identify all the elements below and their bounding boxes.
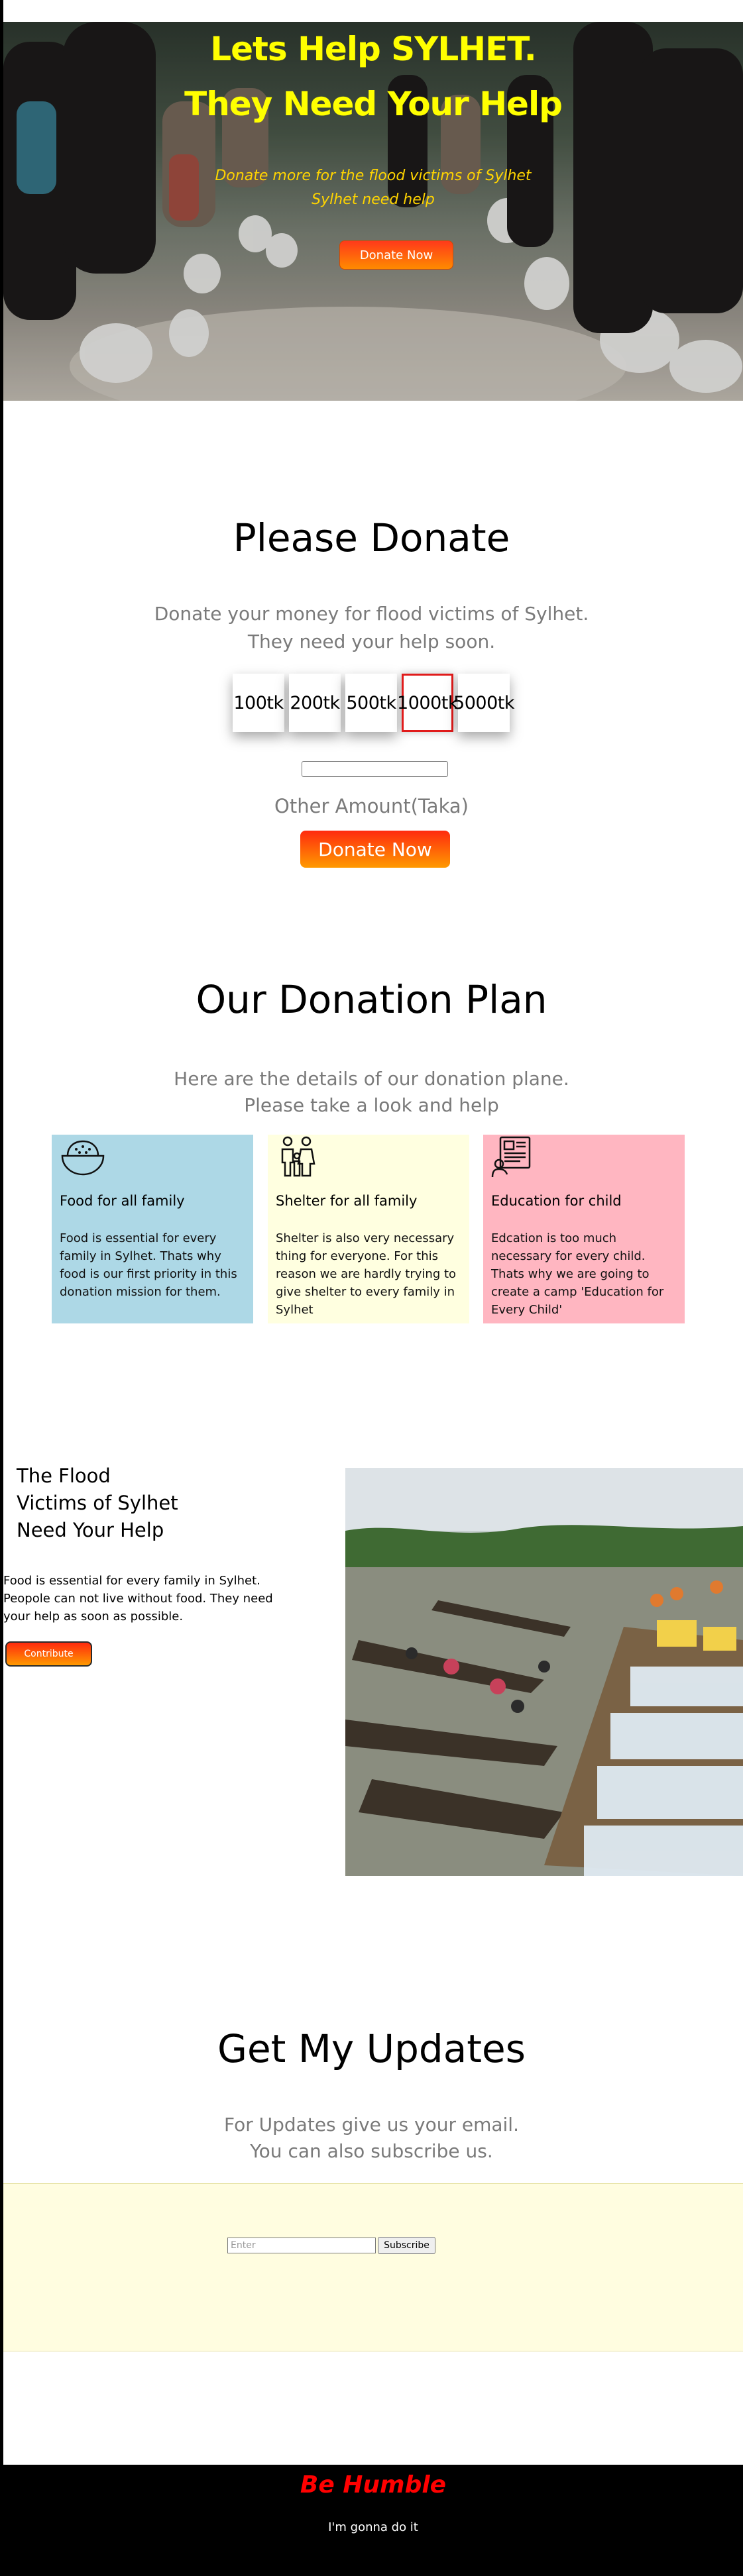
plan-card-text: Edcation is too much necessary for every… (491, 1231, 664, 1317)
hero-banner: Lets Help SYLHET. They Need Your Help Do… (3, 22, 743, 401)
family-icon (281, 1136, 315, 1177)
footer-title: Be Humble (300, 2471, 447, 2499)
donate-subtitle-line2: They need your help soon. (247, 631, 496, 652)
flood-description: Food is essential for every family in Sy… (3, 1574, 273, 1623)
amount-option-200[interactable]: 200tk (289, 674, 341, 732)
plan-card-title: Education for child (491, 1193, 622, 1209)
hero-title-line2: They Need Your Help (184, 85, 563, 123)
news-icon (491, 1136, 531, 1177)
amount-option-100[interactable]: 100tk (233, 674, 284, 732)
hero-donate-button[interactable]: Donate Now (339, 240, 453, 270)
updates-subtitle-line1: For Updates give us your email. (223, 2114, 519, 2136)
plan-subtitle-line2: Please take a look and help (244, 1094, 499, 1116)
updates-title: Get My Updates (217, 2026, 526, 2071)
hero-subtitle-line2: Sylhet need help (312, 191, 435, 208)
flood-title-line2: Victims of Sylhet (17, 1492, 178, 1514)
plan-subtitle-line1: Here are the details of our donation pla… (174, 1068, 569, 1090)
email-input[interactable]: Enter (227, 2238, 376, 2253)
plan-card-title: Shelter for all family (276, 1193, 418, 1209)
footer: Be Humble I'm gonna do it (3, 2465, 743, 2576)
amount-option-500[interactable]: 500tk (345, 674, 397, 732)
plan-card-food: Food for all family Food is essential fo… (52, 1135, 253, 1323)
plan-card-shelter: Shelter for all family Shelter is also v… (268, 1135, 469, 1323)
plan-card-text: Shelter is also very necessary thing for… (276, 1231, 457, 1317)
plan-card-title: Food for all family (60, 1193, 185, 1209)
flood-relief-boats-image (345, 1468, 743, 1876)
hero-title-line1: Lets Help SYLHET. (210, 30, 537, 68)
hero-subtitle-line1: Donate more for the flood victims of Syl… (215, 168, 532, 184)
plan-card-text: Food is essential for every family in Sy… (60, 1231, 237, 1299)
amount-option-1000-selected[interactable]: 1000tk (397, 674, 458, 732)
rice-bowl-icon (61, 1140, 105, 1176)
other-amount-input[interactable] (302, 761, 448, 777)
other-amount-label: Other Amount(Taka) (274, 795, 469, 817)
left-border (0, 0, 3, 2576)
donate-now-button[interactable]: Donate Now (300, 831, 450, 868)
subscribe-button[interactable]: Subscribe (378, 2237, 435, 2254)
donate-subtitle-line1: Donate your money for flood victims of S… (154, 603, 589, 625)
flood-title-line1: The Flood (17, 1465, 111, 1487)
plan-title: Our Donation Plan (196, 977, 547, 1022)
contribute-button[interactable]: Contribute (5, 1641, 92, 1667)
flood-heading: The Flood Victims of Sylhet Need Your He… (17, 1463, 178, 1544)
flood-photo-illustration (345, 1468, 743, 1876)
footer-text: I'm gonna do it (328, 2520, 418, 2534)
plan-card-education: Education for child Edcation is too much… (483, 1135, 685, 1323)
page: Lets Help SYLHET. They Need Your Help Do… (0, 0, 743, 2576)
subscribe-panel: Enter Subscribe (3, 2183, 743, 2351)
flood-title-line3: Need Your Help (17, 1519, 164, 1541)
updates-subtitle-line2: You can also subscribe us. (250, 2140, 493, 2162)
amount-option-5000[interactable]: 5000tk (453, 674, 514, 732)
donate-title: Please Donate (233, 515, 510, 560)
